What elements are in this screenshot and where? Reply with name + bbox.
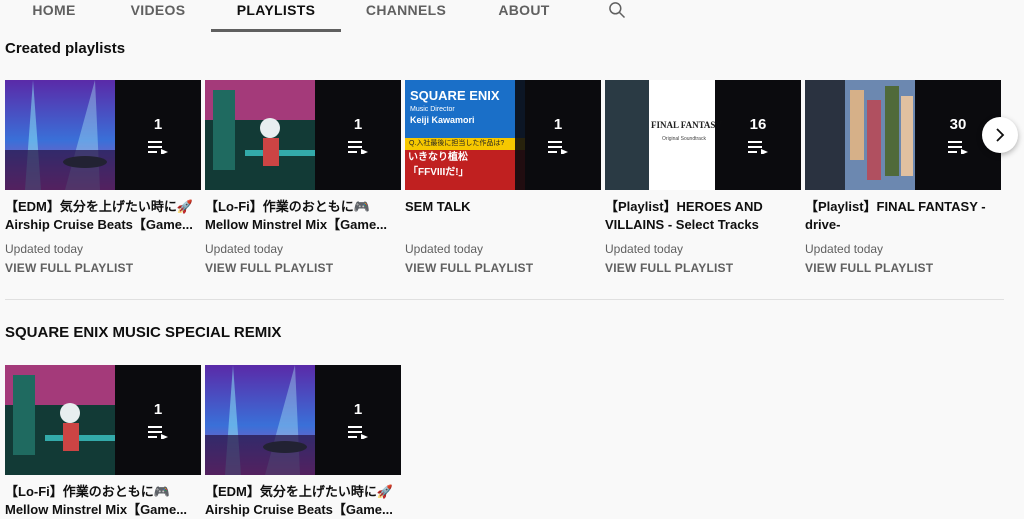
thumbnail-image: FINAL FANTASY Original Soundtrack (605, 80, 722, 190)
playlist-thumbnail[interactable]: 1 (5, 80, 201, 190)
video-count: 16 (749, 116, 767, 133)
playlist-count-overlay: 1 (315, 365, 401, 475)
channel-tab-bar: HOME VIDEOS PLAYLISTS CHANNELS ABOUT (0, 0, 1024, 32)
playlist-queue-icon (748, 141, 768, 154)
section-divider (5, 299, 1004, 300)
video-count: 1 (153, 116, 163, 133)
playlist-queue-icon (148, 141, 168, 154)
tab-about[interactable]: ABOUT (470, 0, 578, 32)
view-full-playlist-link[interactable]: VIEW FULL PLAYLIST (605, 260, 801, 276)
playlist-queue-icon (948, 141, 968, 154)
playlist-thumbnail[interactable]: 1 (205, 365, 401, 475)
playlist-title[interactable]: 【Playlist】HEROES AND VILLAINS - Select Tr… (605, 198, 801, 234)
playlist-card[interactable]: 30 【Playlist】FINAL FANTASY - drive- Updat… (805, 80, 1001, 276)
playlist-title[interactable]: 【EDM】気分を上げたい時に🚀 Airship Cruise Beats【Game… (205, 483, 401, 519)
section-title-created-playlists: Created playlists (5, 40, 126, 57)
playlist-count-overlay: 16 (715, 80, 801, 190)
thumbnail-image (5, 365, 115, 475)
thumbnail-image: SQUARE ENIX Music Director Keiji Kawamor… (405, 80, 525, 190)
playlist-queue-icon (548, 141, 568, 154)
playlist-queue-icon (348, 426, 368, 439)
updated-label: Updated today (205, 242, 284, 256)
playlist-thumbnail[interactable]: 30 (805, 80, 1001, 190)
view-full-playlist-link[interactable]: VIEW FULL PLAYLIST (205, 260, 401, 276)
playlist-title[interactable]: SEM TALK (405, 198, 601, 234)
playlist-thumbnail[interactable]: 1 (205, 80, 401, 190)
playlist-title[interactable]: 【Lo-Fi】作業のおともに🎮 Mellow Minstrel Mix【Game.… (5, 483, 201, 519)
playlist-title[interactable]: 【Lo-Fi】作業のおともに🎮 Mellow Minstrel Mix【Game.… (205, 198, 401, 234)
playlist-thumbnail[interactable]: 1 (5, 365, 201, 475)
playlist-count-overlay: 1 (515, 80, 601, 190)
playlist-thumbnail[interactable]: SQUARE ENIX Music Director Keiji Kawamor… (405, 80, 601, 190)
updated-label: Updated today (5, 242, 84, 256)
playlist-card[interactable]: 1 【EDM】気分を上げたい時に🚀 Airship Cruise Beats【Ga… (5, 80, 201, 276)
tab-home[interactable]: HOME (0, 0, 108, 32)
thumbnail-image (205, 80, 315, 190)
tab-playlists[interactable]: PLAYLISTS (211, 0, 341, 32)
updated-label: Updated today (605, 242, 684, 256)
view-full-playlist-link[interactable]: VIEW FULL PLAYLIST (805, 260, 1001, 276)
playlist-title[interactable]: 【EDM】気分を上げたい時に🚀 Airship Cruise Beats【Game… (5, 198, 201, 234)
video-count: 1 (553, 116, 563, 133)
thumbnail-image (805, 80, 915, 190)
playlist-count-overlay: 1 (115, 80, 201, 190)
video-count: 1 (153, 401, 163, 418)
playlist-queue-icon (148, 426, 168, 439)
playlist-count-overlay: 1 (315, 80, 401, 190)
carousel-next-button[interactable] (982, 117, 1018, 153)
tab-videos[interactable]: VIDEOS (108, 0, 208, 32)
thumbnail-image (5, 80, 115, 190)
view-full-playlist-link[interactable]: VIEW FULL PLAYLIST (5, 260, 201, 276)
video-count: 1 (353, 401, 363, 418)
thumbnail-image (205, 365, 315, 475)
section-title-square-enix-remix: SQUARE ENIX MUSIC SPECIAL REMIX (5, 324, 282, 341)
playlist-queue-icon (348, 141, 368, 154)
playlist-thumbnail[interactable]: FINAL FANTASY Original Soundtrack 16 (605, 80, 801, 190)
playlist-card[interactable]: 1 【Lo-Fi】作業のおともに🎮 Mellow Minstrel Mix【Gam… (5, 365, 201, 519)
view-full-playlist-link[interactable]: VIEW FULL PLAYLIST (405, 260, 601, 276)
playlist-title[interactable]: 【Playlist】FINAL FANTASY - drive- (805, 198, 1001, 234)
playlist-card[interactable]: SQUARE ENIX Music Director Keiji Kawamor… (405, 80, 601, 276)
video-count: 30 (949, 116, 967, 133)
updated-label: Updated today (405, 242, 484, 256)
chevron-right-icon (996, 128, 1005, 142)
playlist-card[interactable]: FINAL FANTASY Original Soundtrack 16 【Pl… (605, 80, 801, 276)
playlist-card[interactable]: 1 【EDM】気分を上げたい時に🚀 Airship Cruise Beats【Ga… (205, 365, 401, 519)
video-count: 1 (353, 116, 363, 133)
updated-label: Updated today (805, 242, 884, 256)
tab-channels[interactable]: CHANNELS (345, 0, 467, 32)
search-icon[interactable] (604, 0, 630, 32)
playlist-count-overlay: 1 (115, 365, 201, 475)
playlist-card[interactable]: 1 【Lo-Fi】作業のおともに🎮 Mellow Minstrel Mix【Gam… (205, 80, 401, 276)
